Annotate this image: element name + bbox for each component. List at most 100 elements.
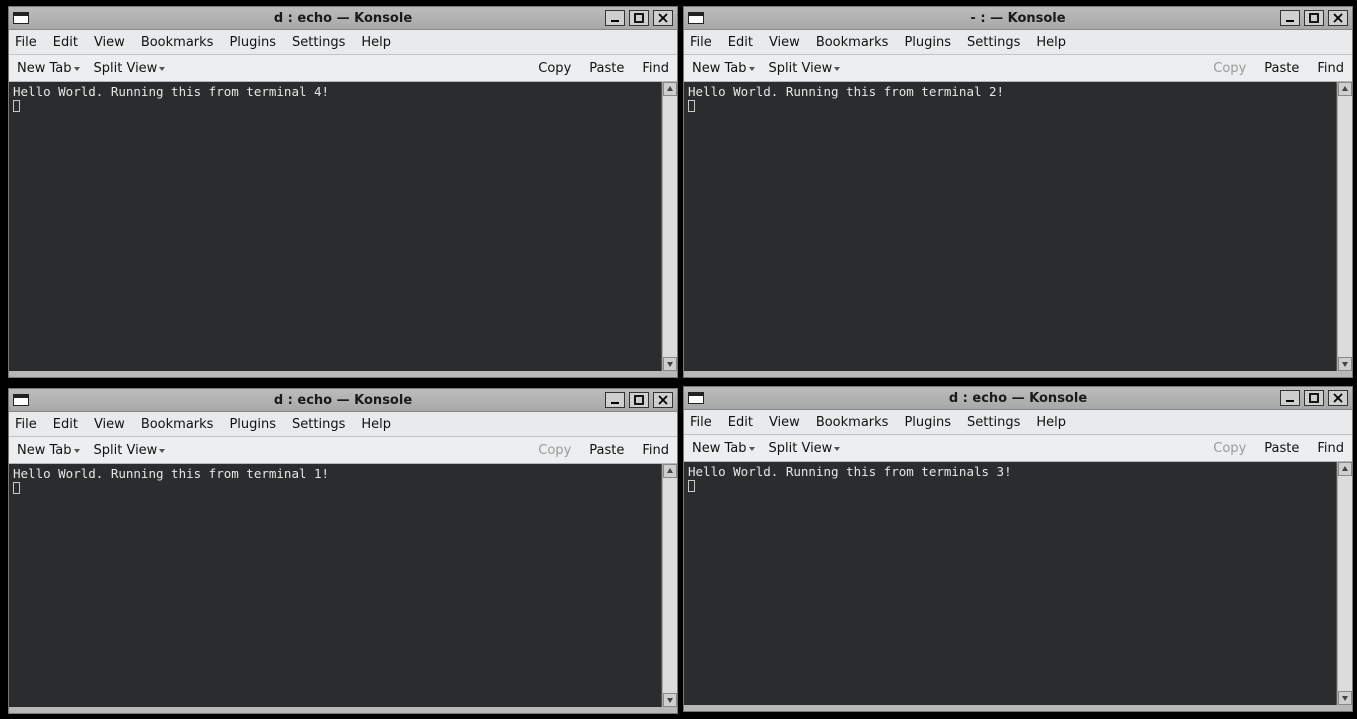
terminal-output[interactable]: Hello World. Running this from terminal … bbox=[9, 464, 662, 707]
maximize-button[interactable] bbox=[629, 10, 649, 26]
new-tab-label: New Tab bbox=[692, 61, 747, 76]
find-button[interactable]: Find bbox=[1317, 441, 1344, 456]
menu-plugins[interactable]: Plugins bbox=[229, 35, 276, 50]
close-button[interactable] bbox=[1328, 10, 1348, 26]
menubar: File Edit View Bookmarks Plugins Setting… bbox=[9, 412, 677, 437]
menu-edit[interactable]: Edit bbox=[728, 415, 753, 430]
titlebar[interactable]: d : echo — Konsole bbox=[9, 7, 677, 30]
chevron-down-icon bbox=[834, 447, 840, 451]
chevron-down-icon bbox=[74, 67, 80, 71]
menu-file[interactable]: File bbox=[15, 35, 37, 50]
scroll-up-button[interactable] bbox=[663, 464, 677, 478]
find-button[interactable]: Find bbox=[1317, 61, 1344, 76]
find-label: Find bbox=[1317, 61, 1344, 76]
menu-view[interactable]: View bbox=[769, 35, 800, 50]
minimize-button[interactable] bbox=[605, 10, 625, 26]
window-title: d : echo — Konsole bbox=[9, 393, 677, 408]
menu-file[interactable]: File bbox=[690, 415, 712, 430]
konsole-window: - : — Konsole File Edit View Bookmarks P… bbox=[683, 6, 1353, 378]
scroll-down-button[interactable] bbox=[1338, 691, 1352, 705]
menu-plugins[interactable]: Plugins bbox=[904, 35, 951, 50]
new-tab-button[interactable]: New Tab bbox=[692, 61, 755, 76]
terminal-output[interactable]: Hello World. Running this from terminals… bbox=[684, 462, 1337, 705]
minimize-button[interactable] bbox=[605, 392, 625, 408]
find-label: Find bbox=[642, 61, 669, 76]
cursor-icon bbox=[13, 100, 20, 112]
find-label: Find bbox=[1317, 441, 1344, 456]
menu-help[interactable]: Help bbox=[1036, 35, 1066, 50]
menu-edit[interactable]: Edit bbox=[728, 35, 753, 50]
split-view-button[interactable]: Split View bbox=[94, 443, 166, 458]
menu-bookmarks[interactable]: Bookmarks bbox=[816, 35, 889, 50]
paste-button[interactable]: Paste bbox=[1264, 61, 1299, 76]
menu-file[interactable]: File bbox=[690, 35, 712, 50]
minimize-button[interactable] bbox=[1280, 390, 1300, 406]
maximize-button[interactable] bbox=[1304, 10, 1324, 26]
cursor-icon bbox=[13, 482, 20, 494]
menu-view[interactable]: View bbox=[94, 35, 125, 50]
menu-view[interactable]: View bbox=[94, 417, 125, 432]
scroll-track[interactable] bbox=[1338, 96, 1352, 357]
menu-settings[interactable]: Settings bbox=[292, 35, 345, 50]
menu-help[interactable]: Help bbox=[361, 35, 391, 50]
terminal-output[interactable]: Hello World. Running this from terminal … bbox=[684, 82, 1337, 371]
paste-button[interactable]: Paste bbox=[589, 443, 624, 458]
scrollbar[interactable] bbox=[1337, 82, 1352, 371]
split-view-button[interactable]: Split View bbox=[769, 61, 841, 76]
titlebar[interactable]: d : echo — Konsole bbox=[9, 389, 677, 412]
scrollbar[interactable] bbox=[662, 464, 677, 707]
menu-edit[interactable]: Edit bbox=[53, 417, 78, 432]
scroll-down-button[interactable] bbox=[1338, 357, 1352, 371]
scroll-track[interactable] bbox=[1338, 476, 1352, 691]
menu-settings[interactable]: Settings bbox=[292, 417, 345, 432]
scroll-down-button[interactable] bbox=[663, 693, 677, 707]
menu-edit[interactable]: Edit bbox=[53, 35, 78, 50]
chevron-down-icon bbox=[159, 449, 165, 453]
split-view-button[interactable]: Split View bbox=[94, 61, 166, 76]
menu-help[interactable]: Help bbox=[361, 417, 391, 432]
close-button[interactable] bbox=[653, 392, 673, 408]
close-button[interactable] bbox=[653, 10, 673, 26]
menu-file[interactable]: File bbox=[15, 417, 37, 432]
titlebar[interactable]: d : echo — Konsole bbox=[684, 387, 1352, 410]
terminal-line: Hello World. Running this from terminals… bbox=[688, 464, 1012, 479]
menu-bookmarks[interactable]: Bookmarks bbox=[141, 35, 214, 50]
close-button[interactable] bbox=[1328, 390, 1348, 406]
terminal-line: Hello World. Running this from terminal … bbox=[13, 84, 329, 99]
split-view-button[interactable]: Split View bbox=[769, 441, 841, 456]
scroll-track[interactable] bbox=[663, 478, 677, 693]
menu-help[interactable]: Help bbox=[1036, 415, 1066, 430]
find-button[interactable]: Find bbox=[642, 61, 669, 76]
copy-button[interactable]: Copy bbox=[538, 61, 571, 76]
find-button[interactable]: Find bbox=[642, 443, 669, 458]
chevron-down-icon bbox=[834, 67, 840, 71]
new-tab-button[interactable]: New Tab bbox=[692, 441, 755, 456]
maximize-button[interactable] bbox=[1304, 390, 1324, 406]
scroll-up-button[interactable] bbox=[1338, 82, 1352, 96]
window-title: - : — Konsole bbox=[684, 11, 1352, 26]
menu-plugins[interactable]: Plugins bbox=[904, 415, 951, 430]
copy-button: Copy bbox=[538, 443, 571, 458]
titlebar[interactable]: - : — Konsole bbox=[684, 7, 1352, 30]
menu-plugins[interactable]: Plugins bbox=[229, 417, 276, 432]
maximize-button[interactable] bbox=[629, 392, 649, 408]
menu-view[interactable]: View bbox=[769, 415, 800, 430]
copy-button: Copy bbox=[1213, 441, 1246, 456]
scroll-up-button[interactable] bbox=[1338, 462, 1352, 476]
scroll-track[interactable] bbox=[663, 96, 677, 357]
new-tab-button[interactable]: New Tab bbox=[17, 443, 80, 458]
menu-settings[interactable]: Settings bbox=[967, 35, 1020, 50]
scroll-down-button[interactable] bbox=[663, 357, 677, 371]
paste-button[interactable]: Paste bbox=[1264, 441, 1299, 456]
menu-bookmarks[interactable]: Bookmarks bbox=[816, 415, 889, 430]
minimize-button[interactable] bbox=[1280, 10, 1300, 26]
paste-button[interactable]: Paste bbox=[589, 61, 624, 76]
scrollbar[interactable] bbox=[1337, 462, 1352, 705]
terminal-output[interactable]: Hello World. Running this from terminal … bbox=[9, 82, 662, 371]
toolbar: New Tab Split View Copy Paste Find bbox=[684, 435, 1352, 462]
new-tab-button[interactable]: New Tab bbox=[17, 61, 80, 76]
scroll-up-button[interactable] bbox=[663, 82, 677, 96]
scrollbar[interactable] bbox=[662, 82, 677, 371]
menu-bookmarks[interactable]: Bookmarks bbox=[141, 417, 214, 432]
menu-settings[interactable]: Settings bbox=[967, 415, 1020, 430]
